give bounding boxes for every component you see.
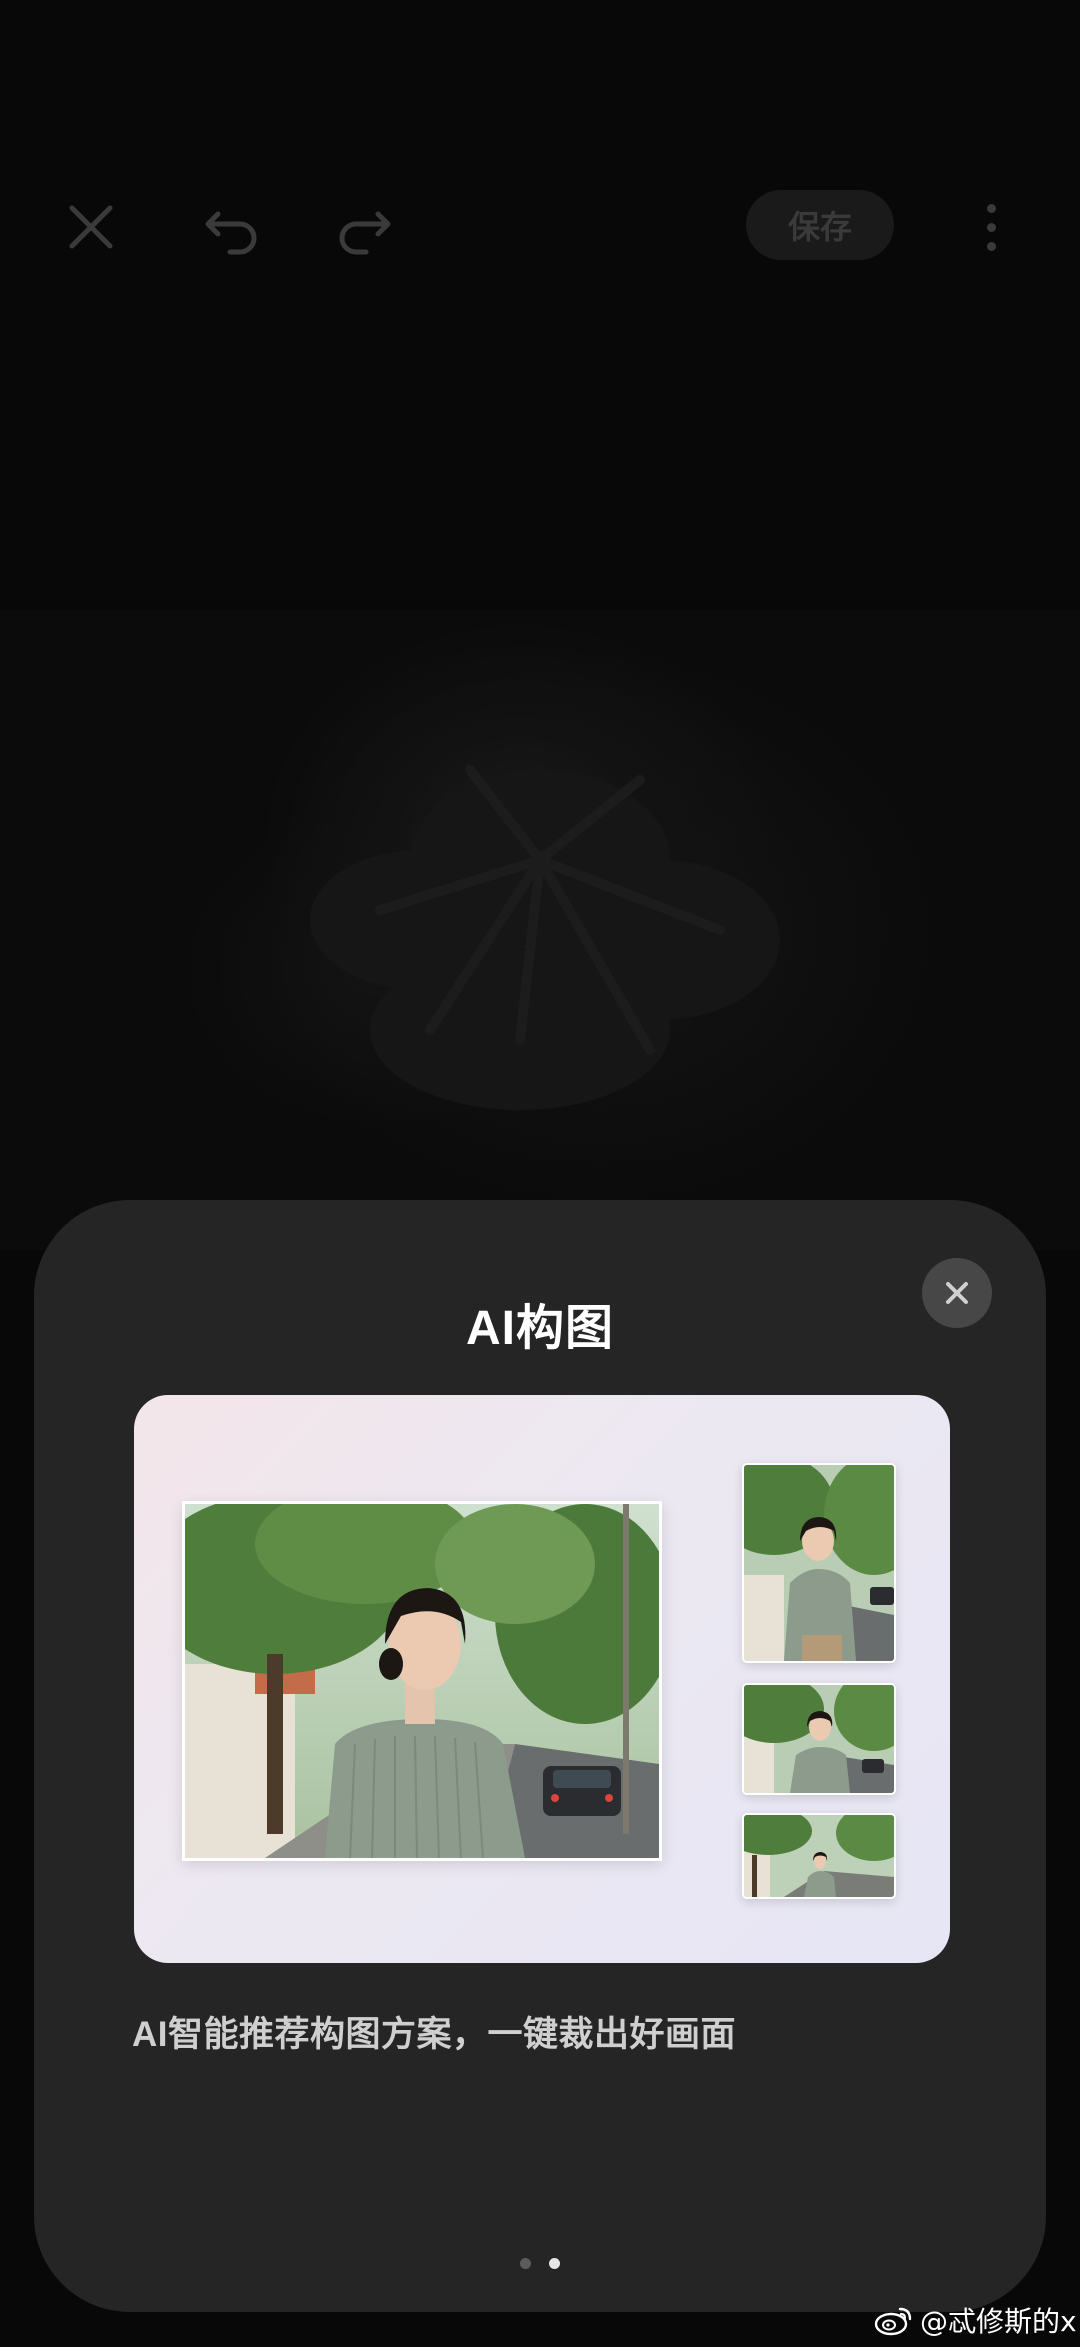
sheet-description: AI智能推荐构图方案，一键裁出好画面	[132, 2015, 737, 2054]
close-icon[interactable]	[56, 192, 126, 262]
ai-composition-sheet: AI构图 AI智能推荐构图方案，一键裁出好画面	[34, 1200, 1046, 2312]
watermark: @忒修斯的x	[874, 2300, 1077, 2340]
sheet-title: AI构图	[465, 1302, 614, 1355]
crop-option-portrait[interactable]	[742, 1463, 896, 1663]
page-dot-2[interactable]	[549, 2258, 560, 2269]
crop-option-landscape[interactable]	[742, 1683, 896, 1795]
editing-photo	[0, 610, 1080, 1250]
weibo-icon	[874, 2307, 912, 2336]
page-indicator	[34, 2258, 1046, 2269]
save-button[interactable]: 保存	[746, 190, 894, 260]
more-vertical-icon[interactable]	[974, 198, 1008, 260]
redo-icon[interactable]	[330, 192, 400, 262]
close-button[interactable]	[922, 1258, 992, 1328]
page-dot-1[interactable]	[520, 2258, 531, 2269]
editor-toolbar: 保存	[0, 170, 1080, 280]
undo-icon[interactable]	[196, 192, 266, 262]
main-crop-preview	[182, 1501, 662, 1861]
composition-preview-card	[134, 1395, 950, 1963]
watermark-text: @忒修斯的x	[920, 2305, 1077, 2338]
crop-option-wide[interactable]	[742, 1813, 896, 1899]
close-icon	[946, 1282, 968, 1304]
